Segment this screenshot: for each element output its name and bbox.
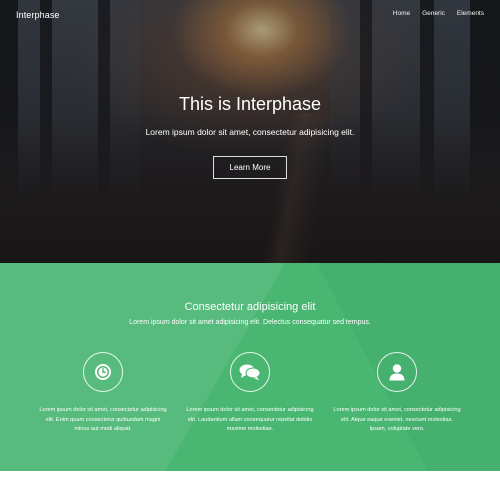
- feature-text: Lorem ipsum dolor sit amet, consectetur …: [333, 407, 461, 432]
- feature-item-1: Lorem ipsum dolor sit amet, consectetur …: [38, 352, 168, 435]
- comments-icon: [239, 364, 261, 381]
- site-logo[interactable]: Interphase: [16, 10, 60, 20]
- feature-text: Lorem ipsum dolor sit amet, consectetur …: [186, 407, 314, 432]
- hero-title: This is Interphase: [178, 94, 322, 114]
- nav-item-home[interactable]: Home: [393, 10, 410, 17]
- feature-item-2: Lorem ipsum dolor sit amet, consectetur …: [185, 352, 315, 435]
- feature-icon-circle: [83, 352, 123, 392]
- nav-item-elements[interactable]: Elements: [457, 10, 484, 17]
- feature-text: Lorem ipsum dolor sit amet, consectetur …: [39, 407, 167, 432]
- footer-strip: [0, 471, 500, 500]
- user-icon: [389, 364, 405, 381]
- features-title: Consectetur adipisicing elit: [184, 301, 316, 313]
- hero-subtitle: Lorem ipsum dolor sit amet, consectetur …: [145, 127, 355, 137]
- feature-icon-circle: [230, 352, 270, 392]
- learn-more-button[interactable]: Learn More: [213, 156, 287, 179]
- features-subtitle: Lorem ipsum dolor sit amet adipisicing e…: [129, 319, 371, 326]
- feature-item-3: Lorem ipsum dolor sit amet, consectetur …: [332, 352, 462, 435]
- hero-banner: Interphase Home Generic Elements This is…: [0, 0, 500, 263]
- nav-item-generic[interactable]: Generic: [422, 10, 445, 17]
- clock-icon: [95, 364, 111, 380]
- features-section: Consectetur adipisicing elit Lorem ipsum…: [0, 263, 500, 471]
- feature-icon-circle: [377, 352, 417, 392]
- top-nav: Home Generic Elements: [393, 10, 484, 17]
